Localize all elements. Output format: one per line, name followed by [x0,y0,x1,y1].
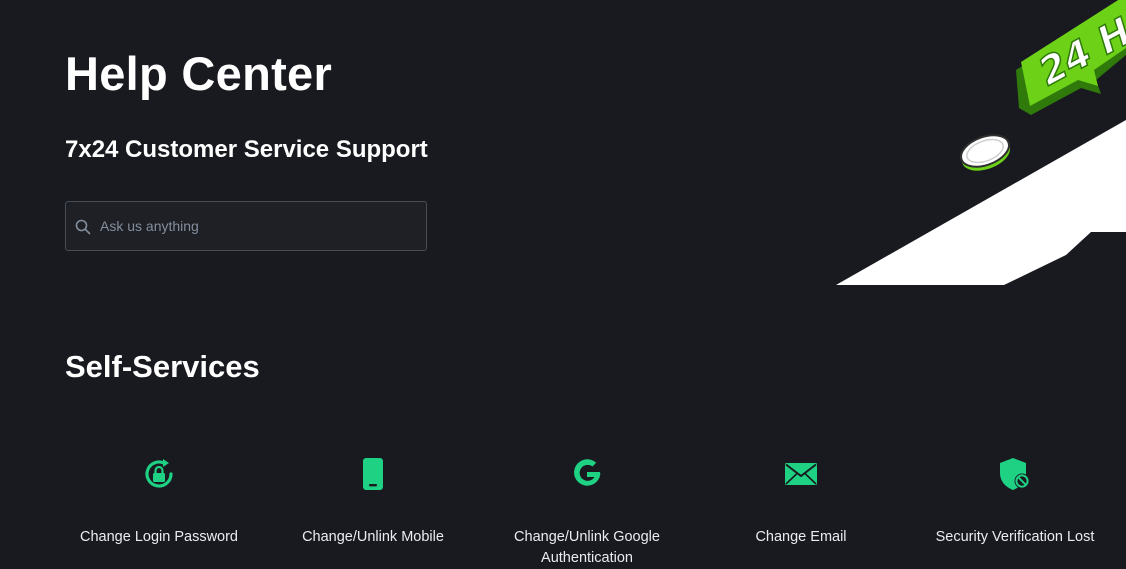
24h-badge: 24 H [1016,0,1126,115]
self-services-list: Change Login Password Change/Unlink Mobi… [52,456,1122,566]
self-services-title: Self-Services [65,349,260,384]
service-label: Security Verification Lost [935,529,1095,545]
hero-illustration: 24 H [836,0,1126,285]
service-label: Change/Unlink Mobile [302,529,444,545]
lock-reset-icon [145,459,173,488]
service-label: Change Email [755,529,847,545]
coin-icon [960,134,1010,171]
page-subtitle: 7x24 Customer Service Support [65,136,428,163]
service-change-email[interactable]: Change Email [694,456,908,548]
service-change-login-password[interactable]: Change Login Password [52,456,266,548]
search-icon [75,219,91,235]
search-box[interactable] [65,201,427,251]
service-change-unlink-mobile[interactable]: Change/Unlink Mobile [266,456,480,548]
envelope-icon [785,463,817,485]
service-security-verification-lost[interactable]: Security Verification Lost [908,456,1122,548]
mobile-phone-icon [363,458,383,490]
search-input[interactable] [100,202,415,250]
service-label: Change Login Password [80,529,238,545]
shield-block-icon [1000,458,1030,490]
google-icon [574,459,601,486]
service-change-unlink-google-auth[interactable]: Change/Unlink Google Authentication [480,456,694,569]
service-label: Change/Unlink Google Authentication [514,529,660,566]
page-title: Help Center [65,47,333,100]
